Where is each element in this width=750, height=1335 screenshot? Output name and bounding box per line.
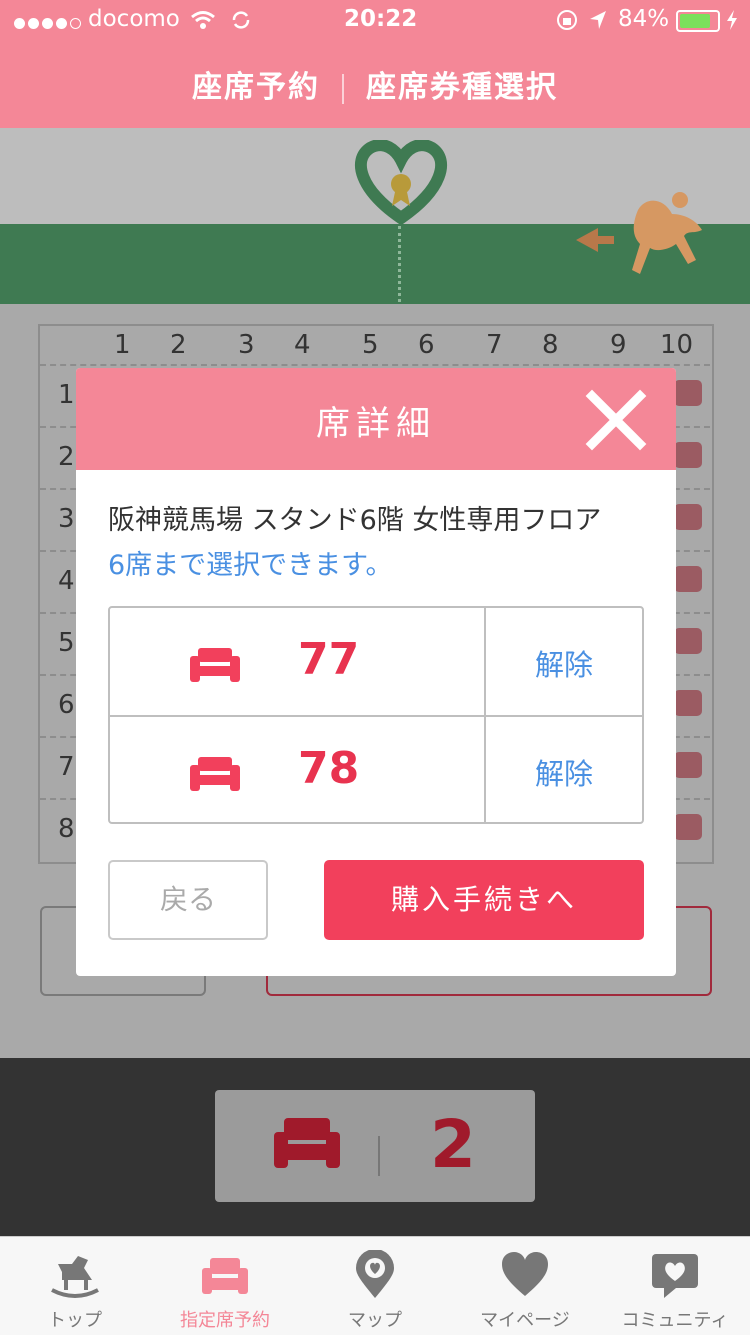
purchase-button[interactable]: 購入手続きへ <box>324 860 644 940</box>
column-number: 2 <box>170 330 187 360</box>
clock: 20:22 <box>344 6 418 32</box>
battery-icon <box>676 10 720 32</box>
tab-map[interactable]: マップ <box>300 1236 450 1334</box>
seat-cell[interactable] <box>674 752 702 778</box>
selected-seat-row: 77 解除 <box>110 608 642 715</box>
page-title: 座席予約 座席券種選択 <box>0 62 750 106</box>
column-number: 3 <box>238 330 255 360</box>
row-number: 1 <box>58 380 75 410</box>
row-number: 7 <box>58 752 75 782</box>
tab-label: マップ <box>348 1310 402 1331</box>
seat-icon <box>190 648 240 682</box>
selected-seat-list: 77 解除 78 解除 <box>108 606 644 824</box>
seat-cell[interactable] <box>674 504 702 530</box>
finish-line <box>398 226 405 302</box>
column-number: 4 <box>294 330 311 360</box>
seat-cell[interactable] <box>674 566 702 592</box>
row-number: 6 <box>58 690 75 720</box>
row-number: 8 <box>58 814 75 844</box>
seat-icon <box>274 1118 340 1168</box>
seat-cell[interactable] <box>674 690 702 716</box>
row-number: 5 <box>58 628 75 658</box>
row-number: 2 <box>58 442 75 472</box>
seat-icon <box>190 757 240 791</box>
venue-description: 阪神競馬場 スタンド6階 女性専用フロア <box>108 505 602 536</box>
release-seat-button[interactable]: 解除 <box>486 751 642 793</box>
status-bar: docomo 20:22 84% <box>0 0 750 42</box>
tab-label: マイページ <box>480 1310 570 1331</box>
sync-icon <box>232 11 250 29</box>
tab-label: トップ <box>48 1310 102 1331</box>
seat-cell[interactable] <box>674 380 702 406</box>
seat-limit-note: 6席まで選択できます。 <box>108 550 393 581</box>
seat-number: 77 <box>298 634 360 685</box>
seat-cell[interactable] <box>674 628 702 654</box>
title-section: 座席予約 <box>192 70 320 105</box>
column-number: 1 <box>114 330 131 360</box>
column-number: 6 <box>418 330 435 360</box>
release-seat-button[interactable]: 解除 <box>486 642 642 684</box>
selected-seat-count: 2 <box>430 1106 476 1183</box>
seat-cell[interactable] <box>674 814 702 840</box>
back-button[interactable]: 戻る <box>108 860 268 940</box>
seat-number: 78 <box>298 743 360 794</box>
heart-icon <box>502 1252 548 1296</box>
tab-top[interactable]: トップ <box>0 1236 150 1334</box>
column-number: 5 <box>362 330 379 360</box>
battery-percent: 84% <box>618 6 670 32</box>
tab-label: 指定席予約 <box>180 1310 270 1331</box>
row-number: 4 <box>58 566 75 596</box>
title-page: 座席券種選択 <box>366 70 558 105</box>
column-number: 9 <box>610 330 627 360</box>
tab-mypage[interactable]: マイページ <box>450 1236 600 1334</box>
count-divider <box>378 1136 380 1176</box>
tab-community[interactable]: コミュニティ <box>600 1236 750 1334</box>
column-number: 7 <box>486 330 503 360</box>
horseshoe-emblem-icon <box>355 140 447 224</box>
map-pin-icon <box>356 1250 394 1298</box>
column-number: 8 <box>542 330 559 360</box>
tab-label: コミュニティ <box>621 1310 729 1331</box>
seat-icon <box>202 1258 248 1294</box>
racehorse-icon <box>576 192 702 274</box>
orientation-lock-icon <box>557 10 577 30</box>
row-number: 3 <box>58 504 75 534</box>
title-divider <box>342 73 344 104</box>
location-arrow-icon <box>590 11 606 29</box>
tab-seat-reservation[interactable]: 指定席予約 <box>150 1236 300 1334</box>
seat-cell[interactable] <box>674 442 702 468</box>
seat-detail-modal: 席詳細 阪神競馬場 スタンド6階 女性専用フロア 6席まで選択できます。 77 … <box>76 368 676 976</box>
grid-header-line <box>40 364 710 366</box>
selected-seat-row: 78 解除 <box>110 715 642 824</box>
rocking-horse-icon <box>51 1256 99 1298</box>
wifi-icon <box>191 11 215 29</box>
close-icon[interactable] <box>584 388 648 452</box>
carrier-name: docomo <box>88 6 180 32</box>
column-number: 10 <box>660 330 694 360</box>
selected-count-box <box>215 1090 535 1202</box>
charging-bolt-icon <box>727 10 737 30</box>
signal-strength-icon <box>14 10 84 35</box>
chat-heart-icon <box>652 1254 698 1298</box>
